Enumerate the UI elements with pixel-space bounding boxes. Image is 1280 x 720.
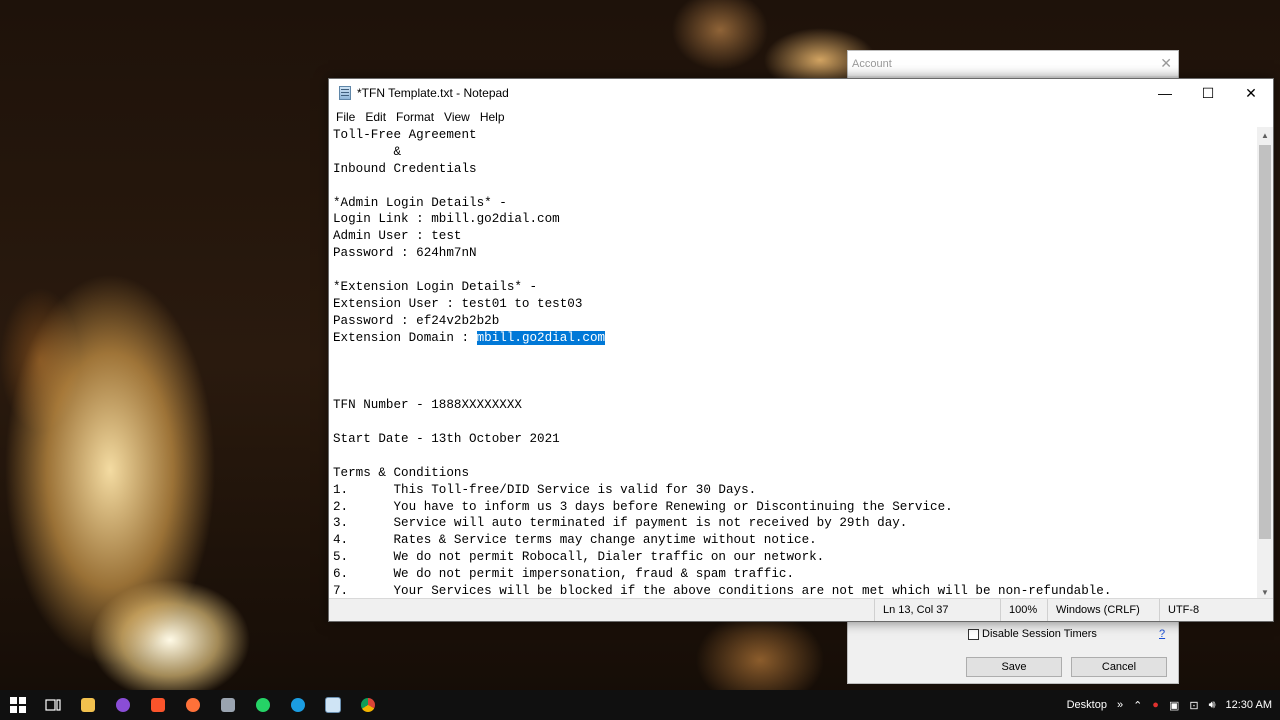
menu-bar: File Edit Format View Help [329,107,1273,127]
text-line: *Admin Login Details* - [333,195,507,210]
text-line: 5. We do not permit Robocall, Dialer tra… [333,550,825,565]
help-link[interactable]: ? [1159,628,1165,640]
disable-session-label: Disable Session Timers [982,628,1097,640]
tools-icon[interactable] [210,690,245,720]
windows-start-icon[interactable] [0,690,35,720]
text-line: 3. Service will auto terminated if payme… [333,516,908,531]
text-line: Admin User : test [333,229,462,244]
brave-icon[interactable] [140,690,175,720]
text-line: Terms & Conditions [333,465,470,480]
cursor-position: Ln 13, Col 37 [874,599,1000,621]
text-line: TFN Number - 1888XXXXXXXX [333,398,522,413]
status-bar: Ln 13, Col 37 100% Windows (CRLF) UTF-8 [329,598,1273,621]
selected-text[interactable]: mbill.go2dial.com [476,330,606,345]
menu-help[interactable]: Help [475,110,510,124]
text-line [329,380,1258,397]
text-line-selection: Extension Domain : mbill.go2dial.com [329,330,1258,347]
file-explorer-icon[interactable] [70,690,105,720]
text-line: & [333,144,402,159]
disable-session-timers-checkbox[interactable]: Disable Session Timers [968,628,1097,640]
text-line: 4. Rates & Service terms may change anyt… [333,533,817,548]
desktop-toolbar[interactable]: Desktop [1067,699,1107,711]
text-line: 1. This Toll-free/DID Service is valid f… [333,482,757,497]
network-icon[interactable]: ⊡ [1189,699,1198,712]
notepad-titlebar[interactable]: *TFN Template.txt - Notepad — ☐ ✕ [329,79,1273,107]
text-line: 2. You have to inform us 3 days before R… [333,499,953,514]
text-line: Password : 624hm7nN [333,246,477,261]
notepad-icon [339,86,351,100]
cancel-button[interactable]: Cancel [1071,657,1167,677]
text-line: Extension User : test01 to test03 [333,296,583,311]
save-button[interactable]: Save [966,657,1062,677]
scroll-up-icon[interactable]: ▲ [1257,127,1273,143]
capture-icon[interactable]: ▣ [1169,699,1179,712]
account-titlebar: Account ✕ [848,51,1178,76]
menu-view[interactable]: View [439,110,475,124]
text-line [329,448,1258,465]
zoom-level: 100% [1000,599,1047,621]
text-line: Password : ef24v2b2b2b [333,313,500,328]
line-ending: Windows (CRLF) [1047,599,1159,621]
menu-format[interactable]: Format [391,110,439,124]
messenger-icon[interactable] [105,690,140,720]
taskbar: Desktop » ⌃ ● ▣ ⊡ 🔊︎ 12:30 AM [0,690,1280,720]
scroll-thumb[interactable] [1259,145,1271,539]
text-line: Login Link : mbill.go2dial.com [333,212,560,227]
text-editor[interactable]: Toll-Free Agreement & Inbound Credential… [329,127,1258,600]
maximize-button[interactable]: ☐ [1186,79,1230,107]
vertical-scrollbar[interactable]: ▲ ▼ [1257,127,1273,600]
text-line: Toll-Free Agreement [333,128,477,142]
text-line [329,414,1258,431]
task-view-icon[interactable] [35,690,70,720]
text-line: *Extension Login Details* - [333,280,538,295]
text-line [329,262,1258,279]
window-title: *TFN Template.txt - Notepad [357,86,509,100]
record-icon[interactable]: ● [1152,699,1159,711]
line-prefix: Extension Domain : [333,330,477,345]
notepad-icon[interactable] [315,690,350,720]
checkbox-icon[interactable] [968,628,979,640]
encoding: UTF-8 [1159,599,1259,621]
edge-icon[interactable] [280,690,315,720]
minimize-button[interactable]: — [1143,79,1187,107]
text-line [329,347,1258,364]
text-line: 6. We do not permit impersonation, fraud… [333,567,795,582]
chevron-icon[interactable]: » [1117,699,1123,711]
menu-file[interactable]: File [331,110,360,124]
clock[interactable]: 12:30 AM [1226,699,1272,711]
text-line [329,363,1258,380]
close-button[interactable]: ✕ [1229,79,1273,107]
menu-edit[interactable]: Edit [360,110,391,124]
account-title: Account [852,57,892,70]
firefox-icon[interactable] [175,690,210,720]
system-tray: Desktop » ⌃ ● ▣ ⊡ 🔊︎ 12:30 AM [1062,690,1280,720]
chrome-icon[interactable] [350,690,385,720]
volume-icon[interactable]: 🔊︎ [1209,699,1216,712]
close-icon[interactable]: ✕ [1160,55,1172,72]
text-line: Inbound Credentials [333,161,477,176]
whatsapp-icon[interactable] [245,690,280,720]
show-hidden-icons-icon[interactable]: ⌃ [1133,699,1142,712]
notepad-window: *TFN Template.txt - Notepad — ☐ ✕ File E… [328,78,1274,622]
text-line: Start Date - 13th October 2021 [333,432,560,447]
text-line [329,178,1258,195]
